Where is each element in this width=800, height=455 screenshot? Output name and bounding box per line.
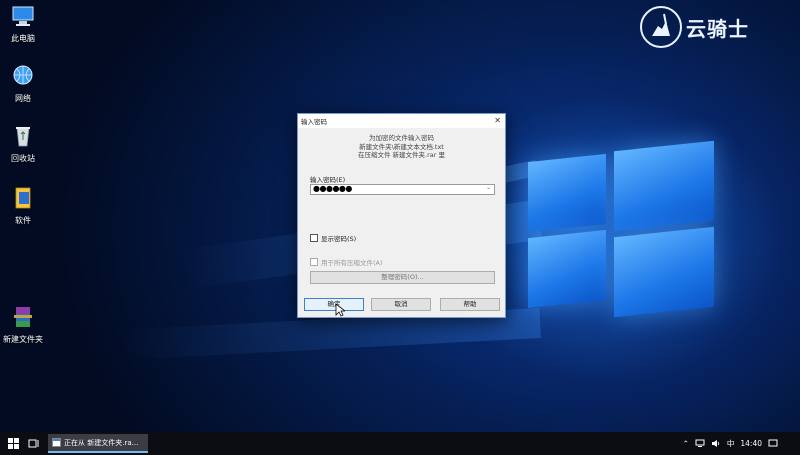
clock[interactable]: 14:40 xyxy=(740,439,762,448)
desktop-icon-label: 软件 xyxy=(15,216,31,225)
desktop-icon-label: 网络 xyxy=(15,94,31,103)
mouse-cursor-icon xyxy=(335,303,345,317)
info-line: 为加密的文件输入密码 xyxy=(369,134,434,142)
help-button[interactable]: 帮助 xyxy=(440,298,500,311)
organize-passwords-button[interactable]: 整理密码(O)... xyxy=(310,271,495,284)
show-password-checkbox[interactable]: 显示密码(S) xyxy=(310,233,356,243)
network-icon xyxy=(13,65,33,85)
chevron-up-icon[interactable]: ⌃ xyxy=(683,439,689,448)
recycle-bin-icon xyxy=(16,127,30,147)
windows-start-icon[interactable] xyxy=(8,438,19,449)
dialog-info: 为加密的文件输入密码 新建文件夹\新建文本文档.txt 在压缩文件 新建文件夹.… xyxy=(298,134,505,160)
dialog-title: 输入密码 xyxy=(301,118,327,126)
dialog-titlebar[interactable]: 输入密码 ✕ xyxy=(298,114,505,128)
folder-icon xyxy=(15,187,31,209)
desktop-icon-recycle-bin[interactable]: 回收站 xyxy=(0,124,46,164)
computer-icon xyxy=(12,6,34,26)
password-label: 输入密码(E) xyxy=(310,176,346,184)
password-value: ●●●●●● xyxy=(313,184,352,193)
system-tray: ⌃ 中 14:40 xyxy=(683,432,800,455)
chevron-down-icon[interactable]: ⌄ xyxy=(486,184,491,191)
use-for-all-checkbox[interactable]: 用于所有压缩文件(A) xyxy=(310,257,383,267)
info-line: 在压缩文件 新建文件夹.rar 里 xyxy=(357,151,446,159)
use-for-all-label: 用于所有压缩文件(A) xyxy=(321,259,383,267)
brand-watermark: 云骑士 xyxy=(640,6,790,48)
desktop-icon-computer[interactable]: 此电脑 xyxy=(0,4,46,44)
desktop: 此电脑 网络 回收站 软件 新建文件夹 云骑士 输入密码 ✕ 为加密的文件输入密… xyxy=(0,0,800,432)
winrar-archive-icon xyxy=(14,307,32,327)
task-view-icon[interactable] xyxy=(28,438,40,449)
taskbar: 正在从 新建文件夹.ra... ⌃ 中 14:40 xyxy=(0,432,800,455)
volume-icon[interactable] xyxy=(711,439,721,448)
password-field[interactable]: ●●●●●● ⌄ xyxy=(310,184,495,195)
taskbar-app-extracting[interactable]: 正在从 新建文件夹.ra... xyxy=(48,434,148,453)
desktop-icon-new-folder[interactable]: 新建文件夹 xyxy=(0,305,46,345)
brand-text: 云骑士 xyxy=(686,16,749,41)
desktop-icon-software[interactable]: 软件 xyxy=(0,186,46,226)
checkbox-box xyxy=(310,258,318,266)
archive-window-icon xyxy=(52,438,61,447)
windows-logo-wallpaper xyxy=(510,130,720,320)
taskbar-app-label: 正在从 新建文件夹.ra... xyxy=(64,438,139,447)
knight-logo-icon xyxy=(640,6,682,48)
desktop-icon-label: 新建文件夹 xyxy=(3,335,43,344)
cancel-button[interactable]: 取消 xyxy=(371,298,431,311)
close-icon[interactable]: ✕ xyxy=(494,116,501,125)
ime-indicator[interactable]: 中 xyxy=(727,438,735,449)
desktop-icon-label: 此电脑 xyxy=(11,34,35,43)
desktop-icon-label: 回收站 xyxy=(11,154,35,163)
show-password-label: 显示密码(S) xyxy=(321,235,357,243)
ok-button[interactable]: 确定 xyxy=(304,298,364,311)
notification-icon[interactable] xyxy=(768,439,778,448)
network-tray-icon[interactable] xyxy=(695,439,705,448)
info-line: 新建文件夹\新建文本文档.txt xyxy=(359,142,444,151)
password-dialog: 输入密码 ✕ 为加密的文件输入密码 新建文件夹\新建文本文档.txt 在压缩文件… xyxy=(297,113,506,318)
desktop-icon-network[interactable]: 网络 xyxy=(0,64,46,104)
checkbox-box xyxy=(310,234,318,242)
